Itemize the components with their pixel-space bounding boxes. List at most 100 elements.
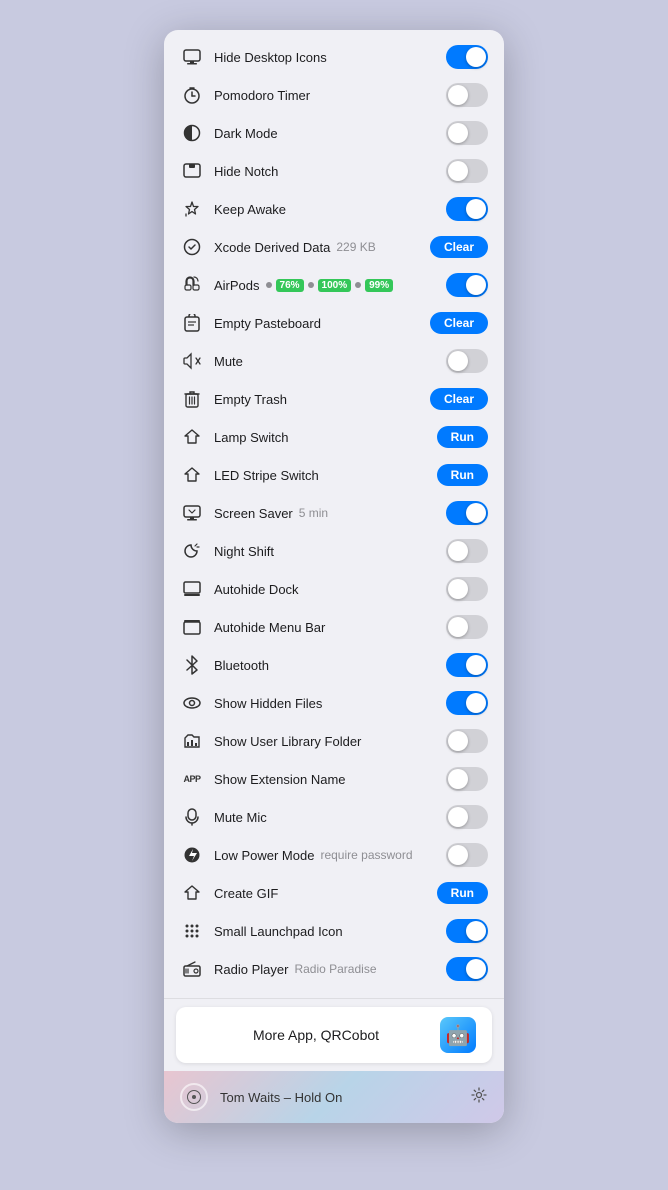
- autohide-dock-toggle[interactable]: [446, 577, 488, 601]
- mute-mic-icon: [180, 805, 204, 829]
- bluetooth-label: Bluetooth: [214, 658, 446, 673]
- item-pomodoro-timer: Pomodoro Timer: [164, 76, 504, 114]
- empty-pasteboard-clear-button[interactable]: Clear: [430, 312, 488, 334]
- lamp-switch-run-button[interactable]: Run: [437, 426, 488, 448]
- item-mute-mic: Mute Mic: [164, 798, 504, 836]
- item-low-power-mode: Low Power Mode require password: [164, 836, 504, 874]
- item-led-stripe-switch: LED Stripe Switch Run: [164, 456, 504, 494]
- autohide-dock-label: Autohide Dock: [214, 582, 446, 597]
- led-stripe-switch-run-button[interactable]: Run: [437, 464, 488, 486]
- keep-awake-toggle[interactable]: [446, 197, 488, 221]
- small-launchpad-icon-icon: [180, 919, 204, 943]
- autohide-menu-bar-toggle[interactable]: [446, 615, 488, 639]
- empty-pasteboard-icon: [180, 311, 204, 335]
- item-mute: Mute: [164, 342, 504, 380]
- airpods-batteries: 76% 100% 99%: [266, 279, 394, 292]
- show-hidden-files-label: Show Hidden Files: [214, 696, 446, 711]
- radio-player-label: Radio Player Radio Paradise: [214, 962, 446, 977]
- lamp-switch-icon: [180, 425, 204, 449]
- hide-notch-icon: [180, 159, 204, 183]
- music-menu-icon[interactable]: [180, 1083, 208, 1111]
- hide-notch-label: Hide Notch: [214, 164, 446, 179]
- screen-saver-label: Screen Saver 5 min: [214, 506, 446, 521]
- night-shift-label: Night Shift: [214, 544, 446, 559]
- low-power-mode-toggle[interactable]: [446, 843, 488, 867]
- dark-mode-toggle[interactable]: [446, 121, 488, 145]
- item-show-hidden-files: Show Hidden Files: [164, 684, 504, 722]
- airpods-toggle[interactable]: [446, 273, 488, 297]
- item-show-user-library-folder: Show User Library Folder: [164, 722, 504, 760]
- item-show-extension-name: APP Show Extension Name: [164, 760, 504, 798]
- item-airpods: AirPods 76% 100% 99%: [164, 266, 504, 304]
- show-extension-name-toggle[interactable]: [446, 767, 488, 791]
- mute-icon: [180, 349, 204, 373]
- item-hide-desktop-icons: Hide Desktop Icons: [164, 38, 504, 76]
- hide-notch-toggle[interactable]: [446, 159, 488, 183]
- empty-trash-clear-button[interactable]: Clear: [430, 388, 488, 410]
- xcode-derived-data-clear-button[interactable]: Clear: [430, 236, 488, 258]
- night-shift-toggle[interactable]: [446, 539, 488, 563]
- mute-mic-toggle[interactable]: [446, 805, 488, 829]
- show-extension-name-icon: APP: [180, 767, 204, 791]
- low-power-mode-label: Low Power Mode require password: [214, 848, 446, 863]
- dark-mode-icon: [180, 121, 204, 145]
- menu-panel: Hide Desktop Icons Pomodoro Timer Dark M…: [164, 30, 504, 1123]
- show-user-library-folder-toggle[interactable]: [446, 729, 488, 753]
- item-bluetooth: Bluetooth: [164, 646, 504, 684]
- show-user-library-folder-icon: [180, 729, 204, 753]
- screen-saver-toggle[interactable]: [446, 501, 488, 525]
- music-bar: Tom Waits – Hold On: [164, 1071, 504, 1123]
- more-app-label: More App, QRCobot: [192, 1027, 440, 1043]
- show-extension-name-label: Show Extension Name: [214, 772, 446, 787]
- xcode-derived-data-label: Xcode Derived Data 229 KB: [214, 240, 430, 255]
- screen-saver-icon: [180, 501, 204, 525]
- more-app-button[interactable]: More App, QRCobot 🤖: [176, 1007, 492, 1063]
- empty-trash-icon: [180, 387, 204, 411]
- airpods-label: AirPods 76% 100% 99%: [214, 278, 446, 293]
- music-gear-icon[interactable]: [470, 1086, 488, 1109]
- bluetooth-icon: [180, 653, 204, 677]
- hide-desktop-icons-label: Hide Desktop Icons: [214, 50, 446, 65]
- lamp-switch-label: Lamp Switch: [214, 430, 437, 445]
- create-gif-run-button[interactable]: Run: [437, 882, 488, 904]
- bluetooth-toggle[interactable]: [446, 653, 488, 677]
- item-night-shift: Night Shift: [164, 532, 504, 570]
- keep-awake-label: Keep Awake: [214, 202, 446, 217]
- create-gif-label: Create GIF: [214, 886, 437, 901]
- led-stripe-switch-label: LED Stripe Switch: [214, 468, 437, 483]
- item-radio-player: Radio Player Radio Paradise: [164, 950, 504, 988]
- item-empty-pasteboard: Empty Pasteboard Clear: [164, 304, 504, 342]
- mute-toggle[interactable]: [446, 349, 488, 373]
- pomodoro-timer-toggle[interactable]: [446, 83, 488, 107]
- item-hide-notch: Hide Notch: [164, 152, 504, 190]
- create-gif-icon: [180, 881, 204, 905]
- item-keep-awake: Keep Awake: [164, 190, 504, 228]
- hide-desktop-icons-icon: [180, 45, 204, 69]
- empty-trash-label: Empty Trash: [214, 392, 430, 407]
- item-create-gif: Create GIF Run: [164, 874, 504, 912]
- show-user-library-folder-label: Show User Library Folder: [214, 734, 446, 749]
- low-power-mode-icon: [180, 843, 204, 867]
- autohide-dock-icon: [180, 577, 204, 601]
- show-hidden-files-toggle[interactable]: [446, 691, 488, 715]
- led-stripe-switch-icon: [180, 463, 204, 487]
- small-launchpad-icon-toggle[interactable]: [446, 919, 488, 943]
- item-empty-trash: Empty Trash Clear: [164, 380, 504, 418]
- dark-mode-label: Dark Mode: [214, 126, 446, 141]
- radio-player-icon: [180, 957, 204, 981]
- hide-desktop-icons-toggle[interactable]: [446, 45, 488, 69]
- keep-awake-icon: [180, 197, 204, 221]
- mute-mic-label: Mute Mic: [214, 810, 446, 825]
- empty-pasteboard-label: Empty Pasteboard: [214, 316, 430, 331]
- item-autohide-dock: Autohide Dock: [164, 570, 504, 608]
- radio-player-toggle[interactable]: [446, 957, 488, 981]
- item-dark-mode: Dark Mode: [164, 114, 504, 152]
- item-autohide-menu-bar: Autohide Menu Bar: [164, 608, 504, 646]
- music-title: Tom Waits – Hold On: [220, 1090, 458, 1105]
- airpods-icon: [180, 273, 204, 297]
- item-lamp-switch: Lamp Switch Run: [164, 418, 504, 456]
- qrcobot-icon: 🤖: [440, 1017, 476, 1053]
- divider: [164, 998, 504, 999]
- pomodoro-timer-icon: [180, 83, 204, 107]
- mute-label: Mute: [214, 354, 446, 369]
